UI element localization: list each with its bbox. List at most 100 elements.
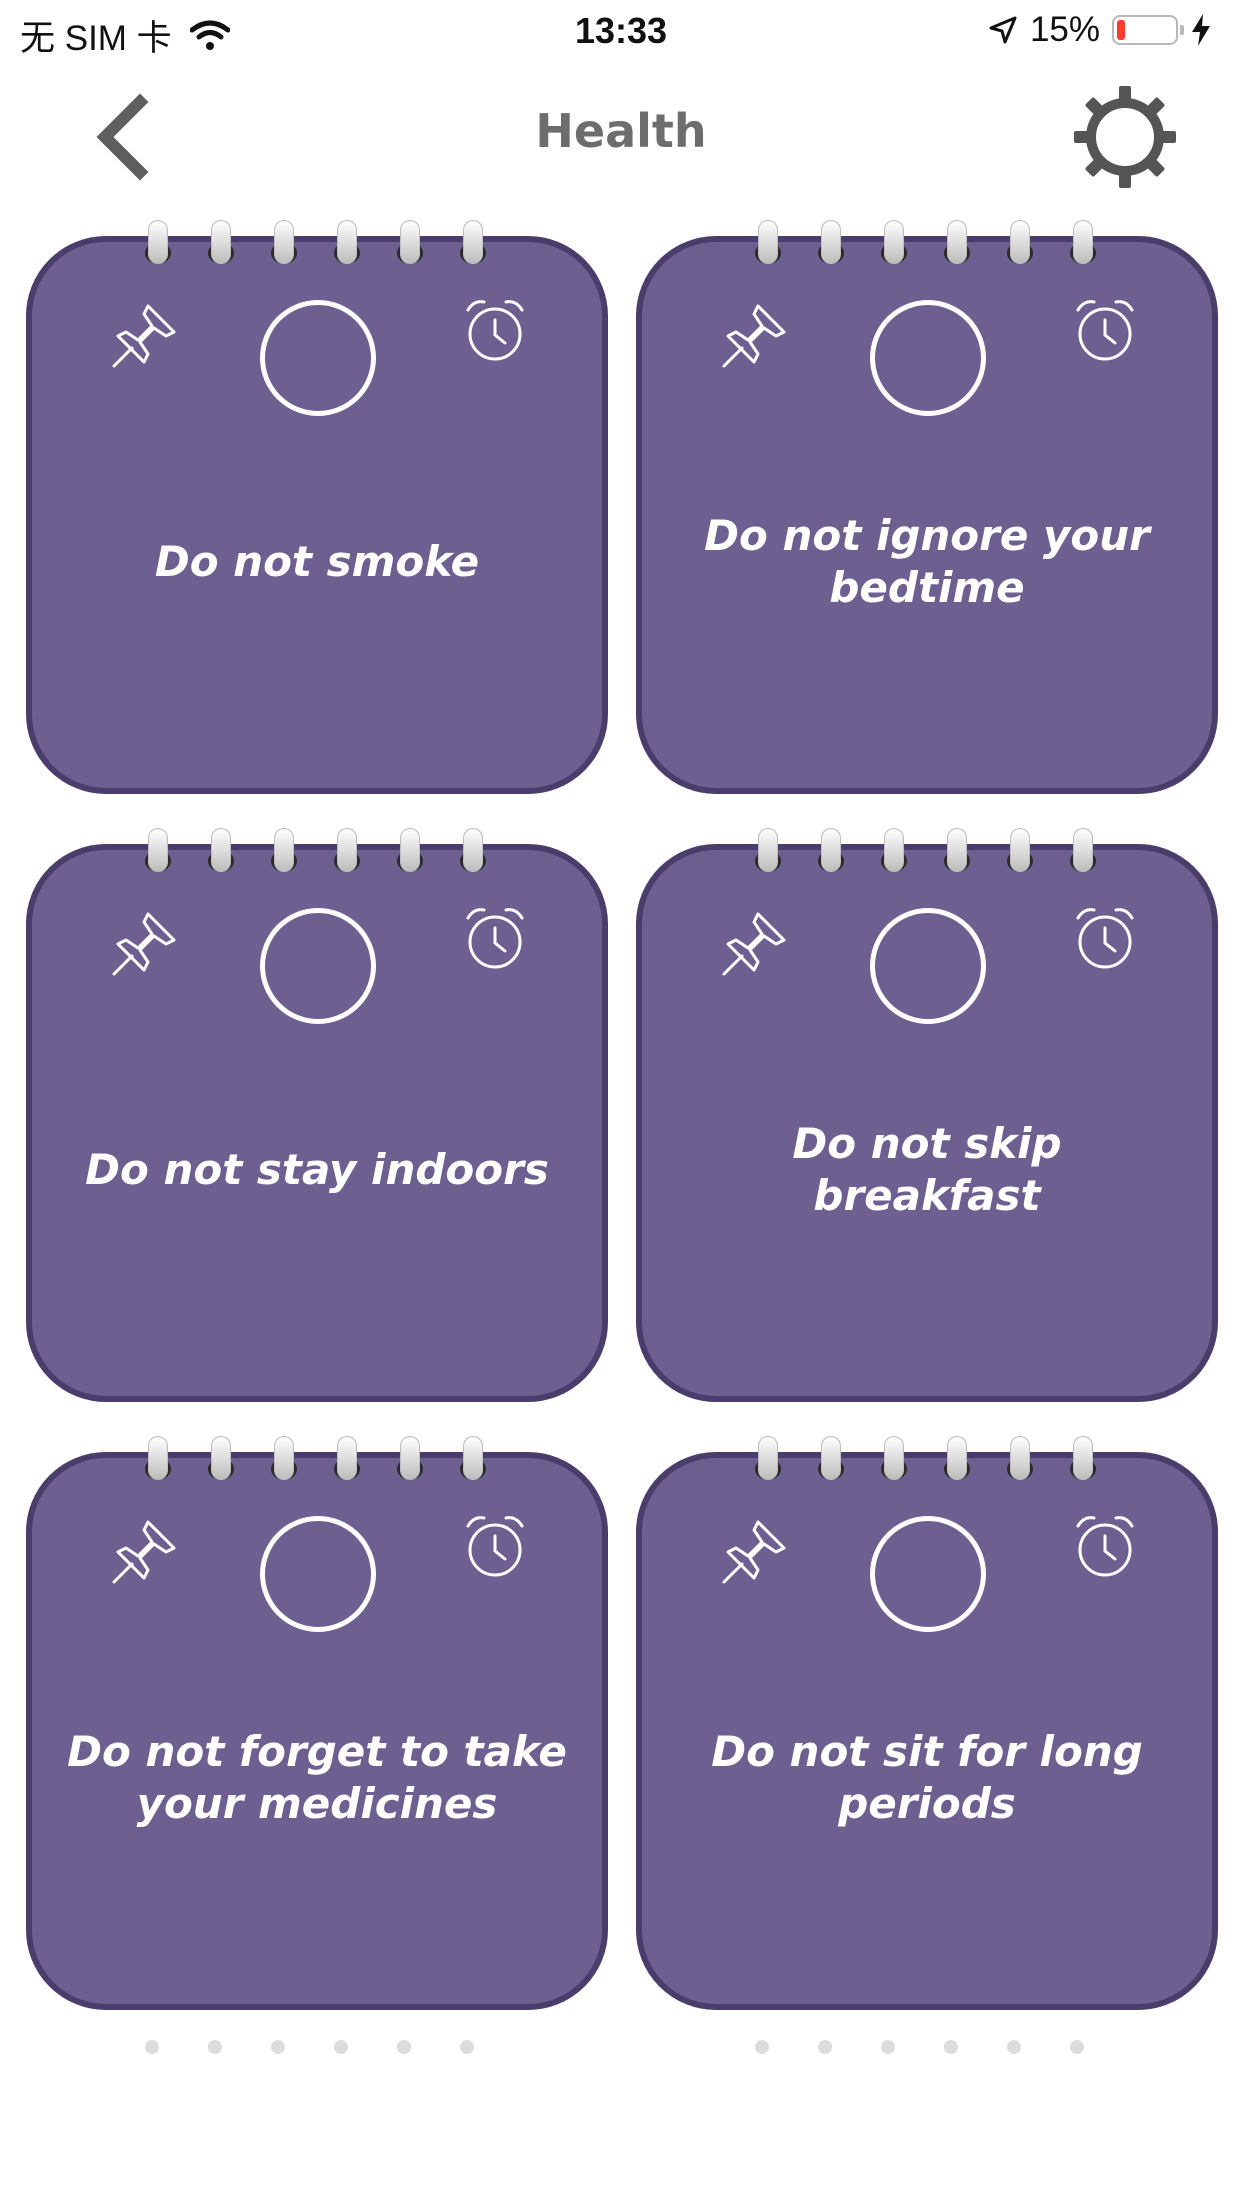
binding-hole [334, 1458, 360, 1480]
spiral-binding [32, 1436, 614, 1496]
binding-ring [758, 828, 778, 872]
binding-hole [818, 850, 844, 872]
binding-ring [1010, 1436, 1030, 1480]
binding-ring [148, 1436, 168, 1480]
binding-ring [1010, 828, 1030, 872]
binding-ring [1073, 220, 1093, 264]
ghost-binding-ring [1070, 2040, 1084, 2054]
complete-toggle[interactable] [870, 300, 986, 416]
binding-hole [944, 242, 970, 264]
binding-hole [334, 242, 360, 264]
complete-toggle[interactable] [260, 300, 376, 416]
pushpin-icon[interactable] [720, 298, 792, 370]
binding-ring [947, 220, 967, 264]
alarm-clock-icon[interactable] [1070, 1510, 1140, 1580]
binding-hole [1007, 850, 1033, 872]
binding-hole [460, 242, 486, 264]
habit-card[interactable]: Do not skip breakfast [636, 828, 1218, 1402]
binding-ring [884, 220, 904, 264]
binding-ring [337, 220, 357, 264]
alarm-clock-icon[interactable] [1070, 294, 1140, 364]
alarm-clock-icon[interactable] [460, 1510, 530, 1580]
spiral-binding [642, 1436, 1224, 1496]
alarm-clock-icon[interactable] [460, 294, 530, 364]
binding-ring [400, 1436, 420, 1480]
binding-hole [881, 242, 907, 264]
binding-ring [211, 220, 231, 264]
binding-ring [463, 1436, 483, 1480]
spiral-binding [642, 828, 1224, 888]
binding-ring [148, 220, 168, 264]
ghost-binding-ring [271, 2040, 285, 2054]
binding-hole [944, 1458, 970, 1480]
binding-hole [208, 1458, 234, 1480]
binding-hole [208, 850, 234, 872]
ghost-binding-ring [208, 2040, 222, 2054]
habit-text: Do not ignore your bedtime [704, 511, 1150, 612]
ghost-binding-ring [944, 2040, 958, 2054]
binding-hole [1070, 1458, 1096, 1480]
binding-hole [271, 242, 297, 264]
binding-ring [1073, 1436, 1093, 1480]
binding-hole [145, 242, 171, 264]
binding-ring [884, 1436, 904, 1480]
binding-ring [947, 828, 967, 872]
pushpin-icon[interactable] [720, 1514, 792, 1586]
binding-ring [947, 1436, 967, 1480]
binding-hole [208, 242, 234, 264]
habit-text: Do not skip breakfast [792, 1119, 1062, 1220]
ghost-binding-ring [397, 2040, 411, 2054]
binding-hole [397, 1458, 423, 1480]
binding-hole [755, 1458, 781, 1480]
binding-hole [145, 850, 171, 872]
habit-card[interactable]: Do not forget to take your medicines [26, 1436, 608, 2010]
ghost-binding-ring [755, 2040, 769, 2054]
alarm-clock-icon[interactable] [1070, 902, 1140, 972]
binding-hole [271, 850, 297, 872]
ghost-binding-ring [334, 2040, 348, 2054]
binding-hole [145, 1458, 171, 1480]
complete-toggle[interactable] [260, 908, 376, 1024]
binding-ring [884, 828, 904, 872]
complete-toggle[interactable] [870, 908, 986, 1024]
spiral-binding [32, 220, 614, 280]
binding-hole [334, 850, 360, 872]
binding-ring [400, 220, 420, 264]
spiral-binding [32, 828, 614, 888]
binding-ring [337, 1436, 357, 1480]
binding-ring [758, 220, 778, 264]
binding-hole [818, 242, 844, 264]
pushpin-icon[interactable] [110, 1514, 182, 1586]
habit-card[interactable]: Do not ignore your bedtime [636, 220, 1218, 794]
binding-ring [1010, 220, 1030, 264]
binding-hole [1070, 850, 1096, 872]
habit-card[interactable]: Do not smoke [26, 220, 608, 794]
binding-ring [463, 220, 483, 264]
habit-card[interactable]: Do not sit for long periods [636, 1436, 1218, 2010]
ghost-binding-ring [818, 2040, 832, 2054]
complete-toggle[interactable] [870, 1516, 986, 1632]
habit-text: Do not forget to take your medicines [67, 1727, 567, 1828]
binding-hole [460, 1458, 486, 1480]
binding-ring [821, 828, 841, 872]
complete-toggle[interactable] [260, 1516, 376, 1632]
alarm-clock-icon[interactable] [460, 902, 530, 972]
binding-ring [274, 1436, 294, 1480]
binding-ring [821, 220, 841, 264]
binding-hole [944, 850, 970, 872]
binding-hole [397, 242, 423, 264]
binding-hole [755, 850, 781, 872]
pushpin-icon[interactable] [110, 906, 182, 978]
binding-hole [818, 1458, 844, 1480]
habit-card-grid: Do not smoke Do not ignore your bedtime [0, 0, 1242, 2208]
binding-hole [1070, 242, 1096, 264]
habit-text: Do not stay indoors [85, 1145, 549, 1194]
pushpin-icon[interactable] [720, 906, 792, 978]
binding-ring [274, 220, 294, 264]
binding-ring [463, 828, 483, 872]
pushpin-icon[interactable] [110, 298, 182, 370]
habit-card[interactable]: Do not stay indoors [26, 828, 608, 1402]
binding-ring [211, 1436, 231, 1480]
binding-ring [148, 828, 168, 872]
binding-hole [881, 1458, 907, 1480]
